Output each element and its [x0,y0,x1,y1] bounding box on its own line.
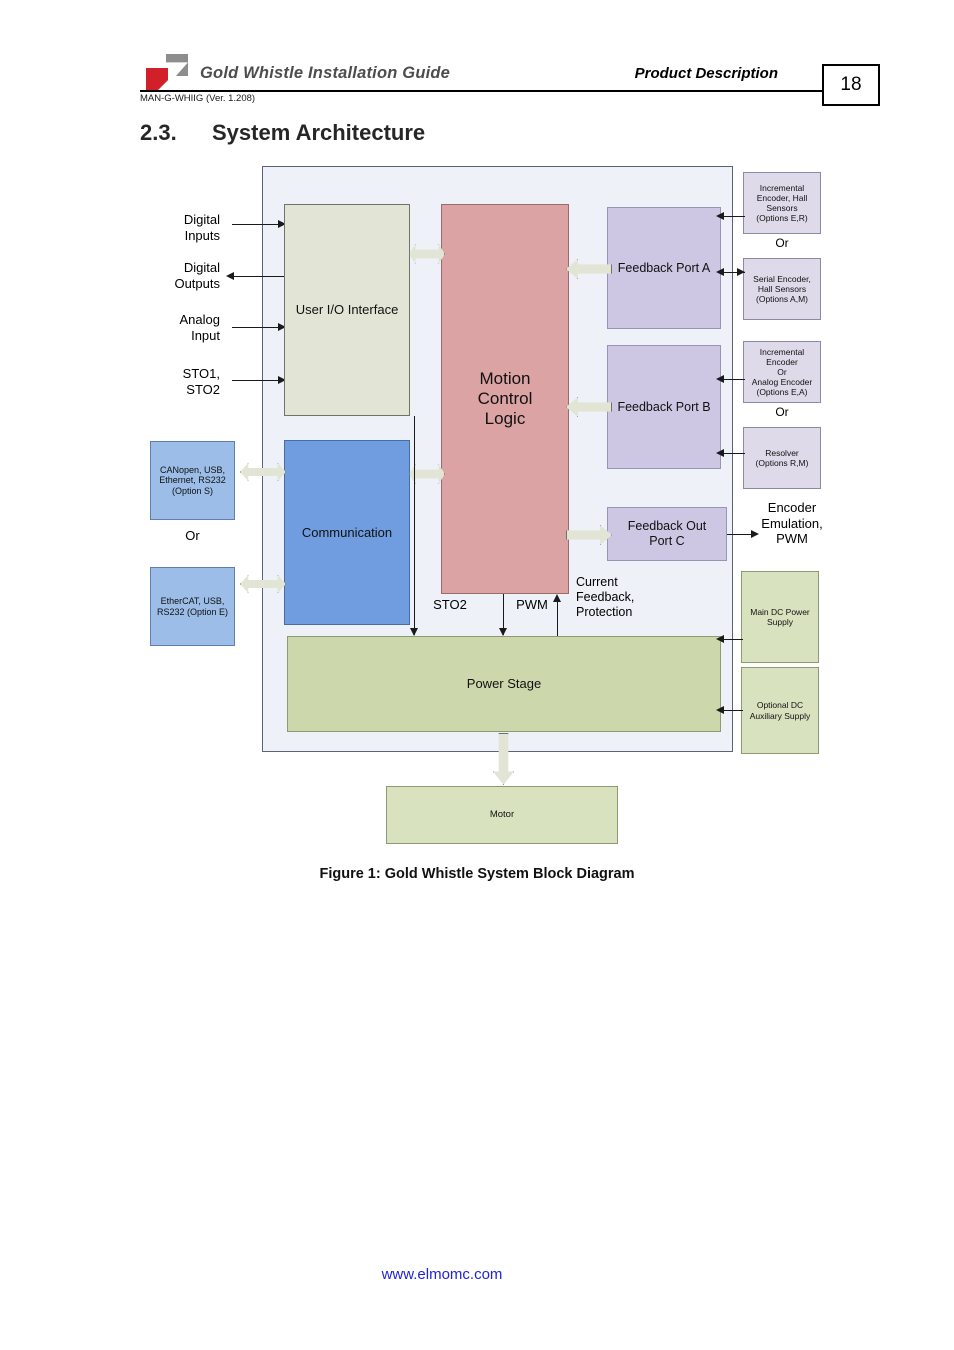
arrow-main-dc-to-power-stage [716,635,724,643]
figure-caption: Figure 1: Gold Whistle System Block Diag… [319,866,635,882]
label-or-feedback-a: Or [775,236,789,250]
label-pwm: PWM [516,597,548,612]
block-incremental-analog-encoder: Incremental Encoder Or Analog Encoder (O… [743,341,821,403]
block-serial-encoder-hall: Serial Encoder, Hall Sensors (Options A,… [743,258,821,320]
block-incremental-encoder-hall: Incremental Encoder, Hall Sensors (Optio… [743,172,821,234]
arrow-encoder-er-to-fb-a [716,212,724,220]
label-digital-inputs: Digital Inputs [183,212,220,243]
arrow-digital-outputs [226,272,234,280]
line-aux-dc-to-power-stage [723,710,743,712]
arrow-pwm-into-power-stage [499,628,507,636]
label-or-feedback-b: Or [775,405,789,419]
label-digital-outputs: Digital Outputs [174,260,220,291]
line-analog-input [232,327,282,329]
line-current-feedback-path [557,598,559,636]
line-sto2-path [414,416,416,635]
system-block-diagram: Digital Inputs Digital Outputs Analog In… [0,0,954,900]
line-main-dc-to-power-stage [723,639,743,641]
block-communication: Communication [284,440,410,625]
block-feedback-port-a: Feedback Port A [607,207,721,329]
label-analog-input: Analog Input [179,312,220,343]
block-motion-control-logic: Motion Control Logic [441,204,569,594]
label-current-feedback: Current Feedback, Protection [576,575,635,619]
arrow-encoder-am-to-fb-a-right [737,268,745,276]
block-main-dc-power-supply: Main DC Power Supply [741,571,819,663]
line-encoder-ea-to-fb-b [723,379,745,381]
label-encoder-emulation: Encoder Emulation, PWM [761,500,823,547]
block-option-s-comm: CANopen, USB, Ethernet, RS232 (Option S) [150,441,235,520]
arrow-aux-dc-to-power-stage [716,706,724,714]
block-user-io-interface: User I/O Interface [284,204,410,416]
block-option-e-comm: EtherCAT, USB, RS232 (Option E) [150,567,235,646]
line-encoder-er-to-fb-a [723,216,745,218]
arrow-encoder-ea-to-fb-b [716,375,724,383]
label-sto2: STO2 [433,597,467,612]
block-optional-dc-aux-supply: Optional DC Auxiliary Supply [741,667,819,754]
block-feedback-port-b: Feedback Port B [607,345,721,469]
line-digital-outputs [232,276,284,278]
footer-website-link[interactable]: www.elmomc.com [0,1266,954,1283]
arrow-resolver-to-fb-b [716,449,724,457]
block-feedback-out-port-c: Feedback Out Port C [607,507,727,561]
block-resolver: Resolver (Options R,M) [743,427,821,489]
block-motor: Motor [386,786,618,844]
arrow-encoder-am-to-fb-a-left [716,268,724,276]
line-digital-inputs [232,224,282,226]
label-or-communication: Or [185,528,200,543]
arrow-sto2-into-power-stage [410,628,418,636]
line-sto-inputs [232,380,282,382]
block-power-stage: Power Stage [287,636,721,732]
label-sto-inputs: STO1, STO2 [182,366,220,397]
line-resolver-to-fb-b [723,453,745,455]
